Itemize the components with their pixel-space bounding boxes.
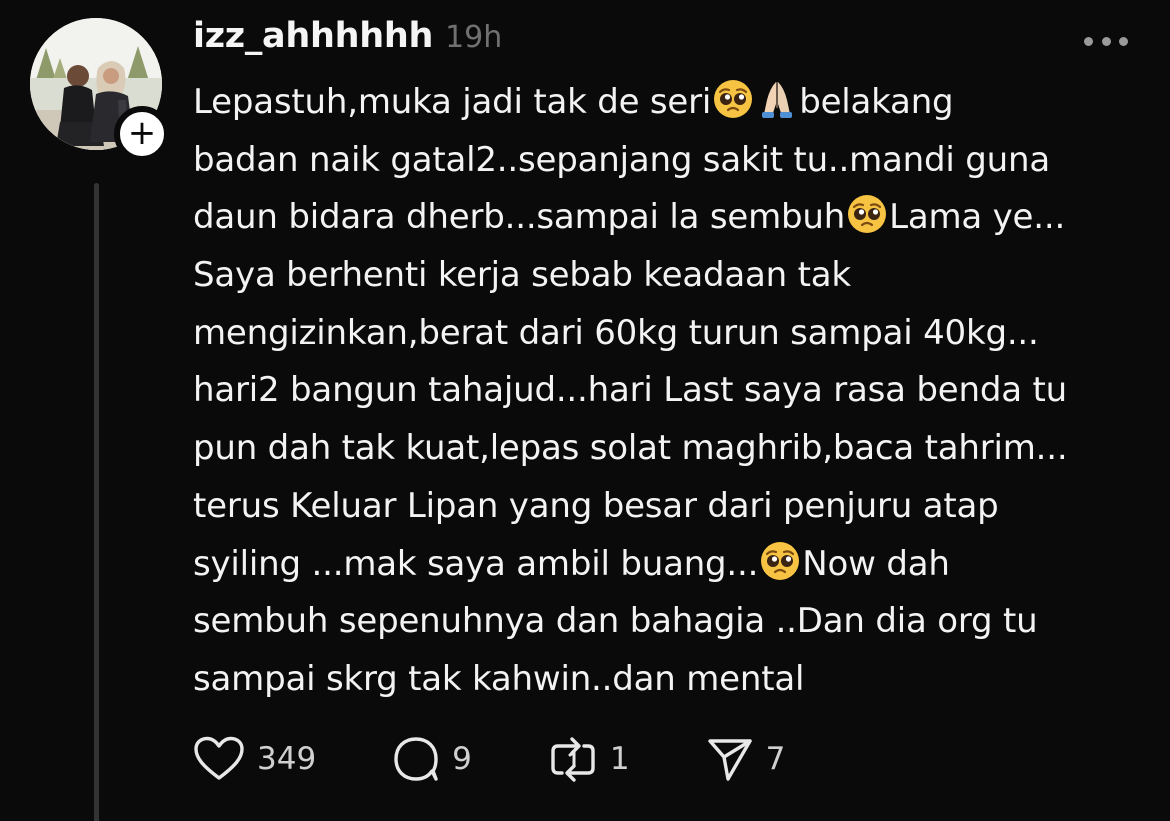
- follow-button[interactable]: +: [114, 106, 170, 162]
- more-dot: [1084, 36, 1093, 46]
- text-line: sampai skrg tak kahwin..dan mental: [193, 658, 805, 699]
- text-segment: syiling ...mak saya ambil buang...: [193, 543, 759, 584]
- folded-hands-emoji-icon: [762, 82, 793, 118]
- text-line: daun bidara dherb...sampai la sembuh Lam…: [193, 189, 1143, 247]
- text-line: Saya berhenti kerja sebab keadaan tak: [193, 255, 851, 296]
- text-line: pun dah tak kuat,lepas solat maghrib,bac…: [193, 428, 1068, 469]
- like-button[interactable]: 349: [193, 736, 316, 782]
- reply-button[interactable]: 9: [392, 735, 472, 783]
- pleading-face-emoji-icon: [761, 541, 800, 580]
- thread-post: + izz_ahhhhhh 19h Lepastuh,muka jadi tak…: [0, 0, 1170, 821]
- like-count: 349: [257, 741, 317, 777]
- more-dot: [1101, 36, 1111, 46]
- text-line: Lepastuh,muka jadi tak de seri belakang: [193, 74, 1143, 132]
- text-segment: daun bidara dherb...sampai la sembuh: [193, 197, 846, 238]
- text-segment: belakang: [799, 82, 954, 122]
- repost-count: 1: [609, 741, 630, 777]
- pleading-face-emoji-icon: [848, 195, 887, 234]
- plus-icon: +: [127, 112, 157, 153]
- text-line: sembuh sepenuhnya dan bahagia ..Dan dia …: [193, 601, 1038, 642]
- text-line: badan naik gatal2..sepanjang sakit tu..m…: [193, 139, 1050, 180]
- share-button[interactable]: 7: [706, 735, 786, 783]
- post-text: Lepastuh,muka jadi tak de seri belakang …: [193, 74, 1143, 709]
- more-dot: [1119, 36, 1128, 46]
- action-bar: 349 9 1 7: [193, 734, 785, 784]
- repost-button[interactable]: 1: [548, 735, 630, 783]
- text-line: hari2 bangun tahajud...hari Last saya ra…: [193, 370, 1067, 411]
- send-icon: [707, 739, 752, 781]
- text-line: terus Keluar Lipan yang besar dari penju…: [193, 485, 999, 526]
- username[interactable]: izz_ahhhhhh: [193, 16, 433, 56]
- reply-bubble-icon: [394, 737, 438, 781]
- more-options-icon[interactable]: [1084, 34, 1128, 48]
- thread-line: [94, 183, 99, 821]
- pleading-face-emoji-icon: [714, 80, 753, 118]
- text-line: syiling ...mak saya ambil buang... Now d…: [193, 536, 1143, 594]
- heart-icon: [194, 736, 244, 780]
- text-line: mengizinkan,berat dari 60kg turun sampai…: [193, 312, 1039, 353]
- timestamp: 19h: [445, 20, 503, 55]
- repost-icon: [551, 737, 595, 782]
- reply-count: 9: [452, 741, 472, 777]
- share-count: 7: [765, 741, 786, 777]
- text-segment: Now dah: [802, 543, 950, 584]
- text-segment: Lama ye...: [889, 197, 1066, 238]
- post-header: izz_ahhhhhh 19h: [193, 16, 502, 64]
- text-segment: Lepastuh,muka jadi tak de seri: [193, 82, 712, 122]
